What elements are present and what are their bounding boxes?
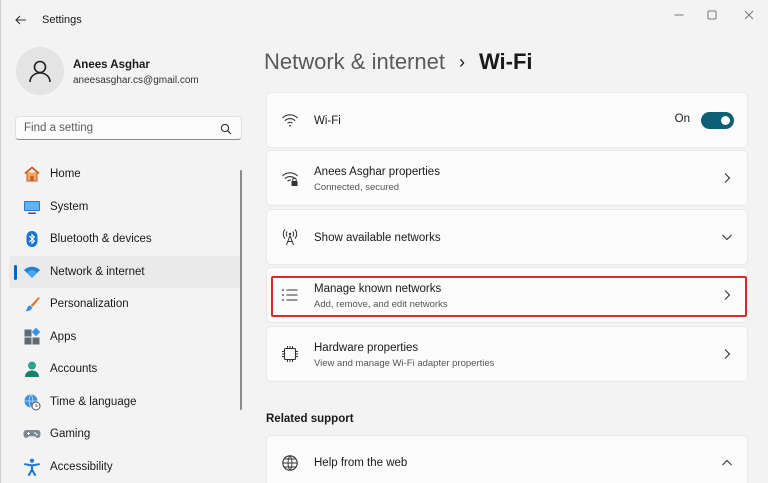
chevron-right-icon bbox=[724, 173, 731, 183]
close-button[interactable] bbox=[732, 4, 766, 26]
sidebar-item-label: Home bbox=[50, 168, 81, 181]
help-from-web-card[interactable]: Help from the web bbox=[266, 435, 748, 483]
chevron-down-icon bbox=[722, 234, 732, 241]
sidebar-item-label: System bbox=[50, 200, 89, 213]
search-input[interactable] bbox=[24, 120, 214, 136]
hardware-properties-title: Hardware properties bbox=[314, 342, 419, 354]
title-bar: Settings bbox=[1, 0, 768, 40]
wifi-signal-icon bbox=[281, 111, 299, 129]
sidebar-item-label: Time & language bbox=[50, 395, 137, 408]
wifi-toggle-label: On bbox=[674, 113, 690, 125]
minimize-icon bbox=[674, 14, 684, 16]
wifi-card-title: Wi-Fi bbox=[314, 115, 341, 127]
sidebar-item-label: Accessibility bbox=[50, 460, 113, 473]
properties-card-subtitle: Connected, secured bbox=[314, 182, 400, 193]
hardware-properties-card[interactable]: Hardware properties View and manage Wi-F… bbox=[266, 326, 748, 382]
sidebar-item-label: Network & internet bbox=[50, 265, 145, 278]
app-title: Settings bbox=[42, 14, 82, 26]
home-icon bbox=[23, 165, 41, 183]
sidebar-item-apps[interactable]: Apps bbox=[9, 321, 241, 354]
breadcrumb: Network & internet › Wi-Fi bbox=[264, 46, 533, 78]
accounts-icon bbox=[23, 360, 41, 378]
minimize-button[interactable] bbox=[662, 4, 696, 26]
help-from-web-title: Help from the web bbox=[314, 457, 408, 469]
sidebar-item-label: Gaming bbox=[50, 428, 91, 441]
search-box[interactable] bbox=[15, 116, 242, 140]
chevron-up-icon bbox=[722, 459, 732, 466]
gamepad-icon bbox=[23, 425, 41, 443]
user-email: aneesasghar.cs@gmail.com bbox=[73, 75, 199, 86]
chip-icon bbox=[281, 345, 299, 363]
network-properties-card[interactable]: Anees Asghar properties Connected, secur… bbox=[266, 150, 748, 206]
related-support-heading: Related support bbox=[266, 413, 354, 425]
settings-window: Settings Anees Asghar aneesasghar.cs@gma… bbox=[0, 0, 768, 483]
antenna-icon bbox=[281, 228, 299, 246]
sidebar-item-home[interactable]: Home bbox=[9, 158, 241, 191]
system-icon bbox=[23, 198, 41, 216]
wifi-secured-icon bbox=[281, 169, 299, 187]
brush-icon bbox=[23, 295, 41, 313]
hardware-properties-subtitle: View and manage Wi-Fi adapter properties bbox=[314, 358, 495, 369]
highlight-box bbox=[271, 276, 747, 317]
maximize-button[interactable] bbox=[695, 4, 729, 26]
arrow-left-icon bbox=[15, 15, 26, 25]
sidebar-item-system[interactable]: System bbox=[9, 191, 241, 224]
page-title: Wi-Fi bbox=[478, 49, 533, 74]
wifi-toggle-switch[interactable] bbox=[701, 112, 734, 129]
sidebar-item-accessibility[interactable]: Accessibility bbox=[9, 451, 241, 483]
breadcrumb-separator: › bbox=[458, 51, 465, 72]
globe-clock-icon bbox=[23, 393, 41, 411]
wifi-toggle-card[interactable]: Wi-Fi On bbox=[266, 92, 748, 148]
available-networks-title: Show available networks bbox=[314, 232, 441, 244]
sidebar-item-label: Personalization bbox=[50, 298, 129, 311]
person-icon bbox=[29, 60, 51, 83]
accessibility-icon bbox=[23, 458, 41, 476]
sidebar-item-accounts[interactable]: Accounts bbox=[9, 353, 241, 386]
available-networks-card[interactable]: Show available networks bbox=[266, 209, 748, 265]
apps-icon bbox=[23, 327, 41, 346]
sidebar-item-label: Accounts bbox=[50, 363, 98, 376]
sidebar-scrollbar[interactable] bbox=[240, 170, 242, 410]
close-icon bbox=[744, 10, 754, 20]
globe-icon bbox=[281, 454, 299, 472]
breadcrumb-parent[interactable]: Network & internet bbox=[264, 49, 445, 75]
chevron-right-icon bbox=[724, 349, 731, 359]
sidebar-nav: Home System Bluetooth & devices Network … bbox=[9, 158, 241, 483]
sidebar-item-time-language[interactable]: Time & language bbox=[9, 386, 241, 419]
sidebar-item-network[interactable]: Network & internet bbox=[9, 255, 241, 288]
wifi-icon bbox=[23, 263, 41, 281]
properties-card-title: Anees Asghar properties bbox=[314, 166, 440, 178]
maximize-icon bbox=[707, 10, 717, 20]
sidebar-item-bluetooth[interactable]: Bluetooth & devices bbox=[9, 223, 241, 256]
sidebar-item-gaming[interactable]: Gaming bbox=[9, 418, 241, 451]
bluetooth-icon bbox=[23, 230, 41, 248]
sidebar-item-label: Bluetooth & devices bbox=[50, 233, 152, 246]
user-name: Anees Asghar bbox=[73, 59, 150, 71]
sidebar-item-personalization[interactable]: Personalization bbox=[9, 288, 241, 321]
avatar[interactable] bbox=[16, 47, 64, 95]
back-button[interactable] bbox=[9, 8, 33, 32]
sidebar-item-label: Apps bbox=[50, 330, 77, 343]
search-icon[interactable] bbox=[220, 123, 232, 135]
